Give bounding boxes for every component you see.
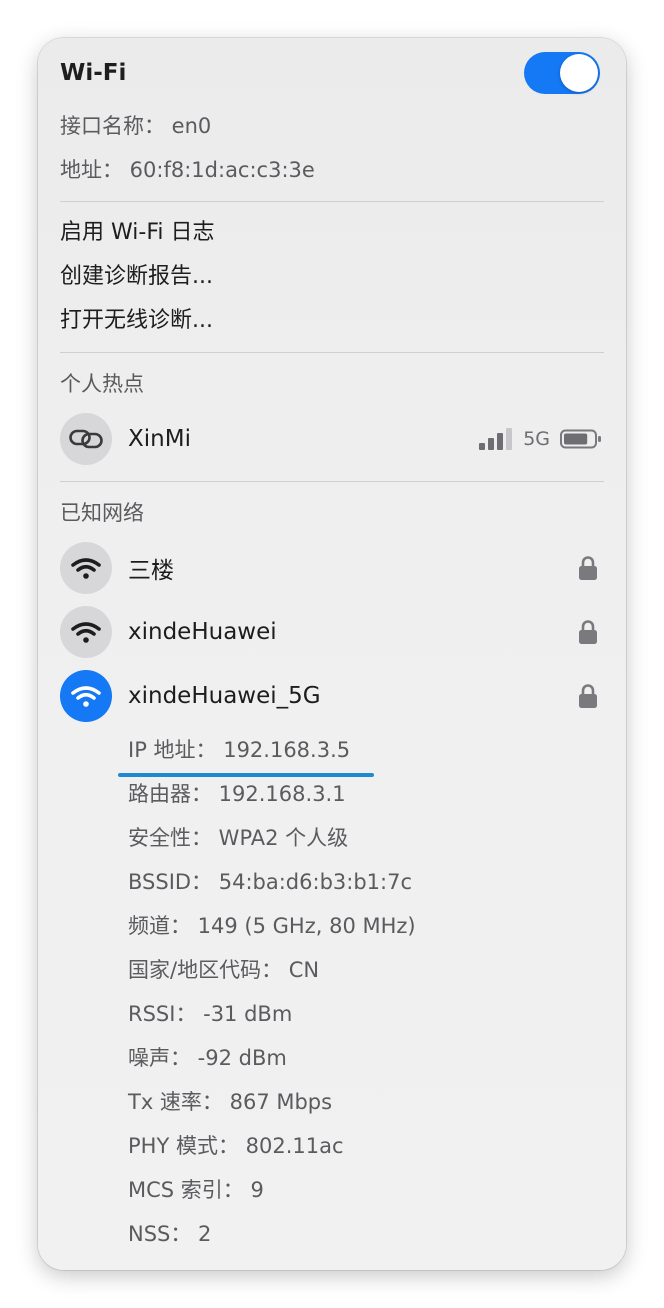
battery-icon (560, 429, 601, 449)
network-name: 三楼 (128, 558, 174, 584)
known-networks-title: 已知网络 (60, 501, 144, 525)
lock-icon (579, 620, 597, 644)
hotspot-status: 5G (479, 428, 602, 450)
mac-address: 地址： 60:f8:1d:ac:c3:3e (60, 158, 315, 182)
network-name: xindeHuawei_5G (128, 683, 321, 709)
open-wireless-diagnostics-item[interactable]: 打开无线诊断... (60, 299, 604, 343)
detail-phy-mode: PHY 模式： 802.11ac (128, 1134, 344, 1158)
hotspot-band: 5G (523, 428, 550, 450)
personal-hotspot-title: 个人热点 (60, 372, 144, 396)
divider (60, 201, 604, 202)
hotspot-name: XinMi (128, 426, 191, 452)
wifi-icon (60, 606, 112, 658)
enable-wifi-log-item[interactable]: 启用 Wi-Fi 日志 (60, 211, 604, 255)
detail-mcs-index: MCS 索引： 9 (128, 1178, 264, 1202)
ip-address-highlight-underline (118, 773, 374, 777)
detail-router: 路由器： 192.168.3.1 (128, 782, 346, 806)
network-details: IP 地址： 192.168.3.5 路由器： 192.168.3.1 安全性：… (60, 728, 604, 1256)
interface-name: 接口名称： en0 (60, 114, 212, 138)
lock-icon (579, 556, 597, 580)
lock-icon (579, 684, 597, 708)
detail-ip-address: IP 地址： 192.168.3.5 (128, 738, 351, 762)
network-row-xindehuawei-5g[interactable]: xindeHuawei_5G (60, 664, 604, 728)
detail-tx-rate: Tx 速率： 867 Mbps (128, 1090, 333, 1114)
detail-rssi: RSSI： -31 dBm (128, 1002, 293, 1026)
wifi-icon (60, 670, 112, 722)
wifi-title: Wi-Fi (60, 60, 127, 86)
wifi-header: Wi-Fi (60, 38, 604, 108)
hotspot-row-xinmi[interactable]: XinMi 5G (60, 407, 604, 471)
hotspot-link-icon (60, 413, 112, 465)
detail-noise: 噪声： -92 dBm (128, 1046, 287, 1070)
network-row-xindehuawei[interactable]: xindeHuawei (60, 600, 604, 664)
signal-bars-icon (479, 428, 513, 450)
detail-channel: 频道： 149 (5 GHz, 80 MHz) (128, 914, 416, 938)
network-name: xindeHuawei (128, 619, 277, 645)
detail-security: 安全性： WPA2 个人级 (128, 826, 349, 850)
detail-bssid: BSSID： 54:ba:d6:b3:b1:7c (128, 870, 413, 894)
network-row-sanlou[interactable]: 三楼 (60, 536, 604, 600)
wifi-icon (60, 542, 112, 594)
create-diagnostics-report-item[interactable]: 创建诊断报告... (60, 255, 604, 299)
detail-country-code: 国家/地区代码： CN (128, 958, 320, 982)
wifi-menu-panel: Wi-Fi 接口名称： en0 地址： 60:f8:1d:ac:c3:3e 启用… (38, 38, 626, 1270)
detail-nss: NSS： 2 (128, 1222, 212, 1246)
wifi-toggle[interactable] (524, 52, 600, 94)
toggle-knob (560, 54, 598, 92)
